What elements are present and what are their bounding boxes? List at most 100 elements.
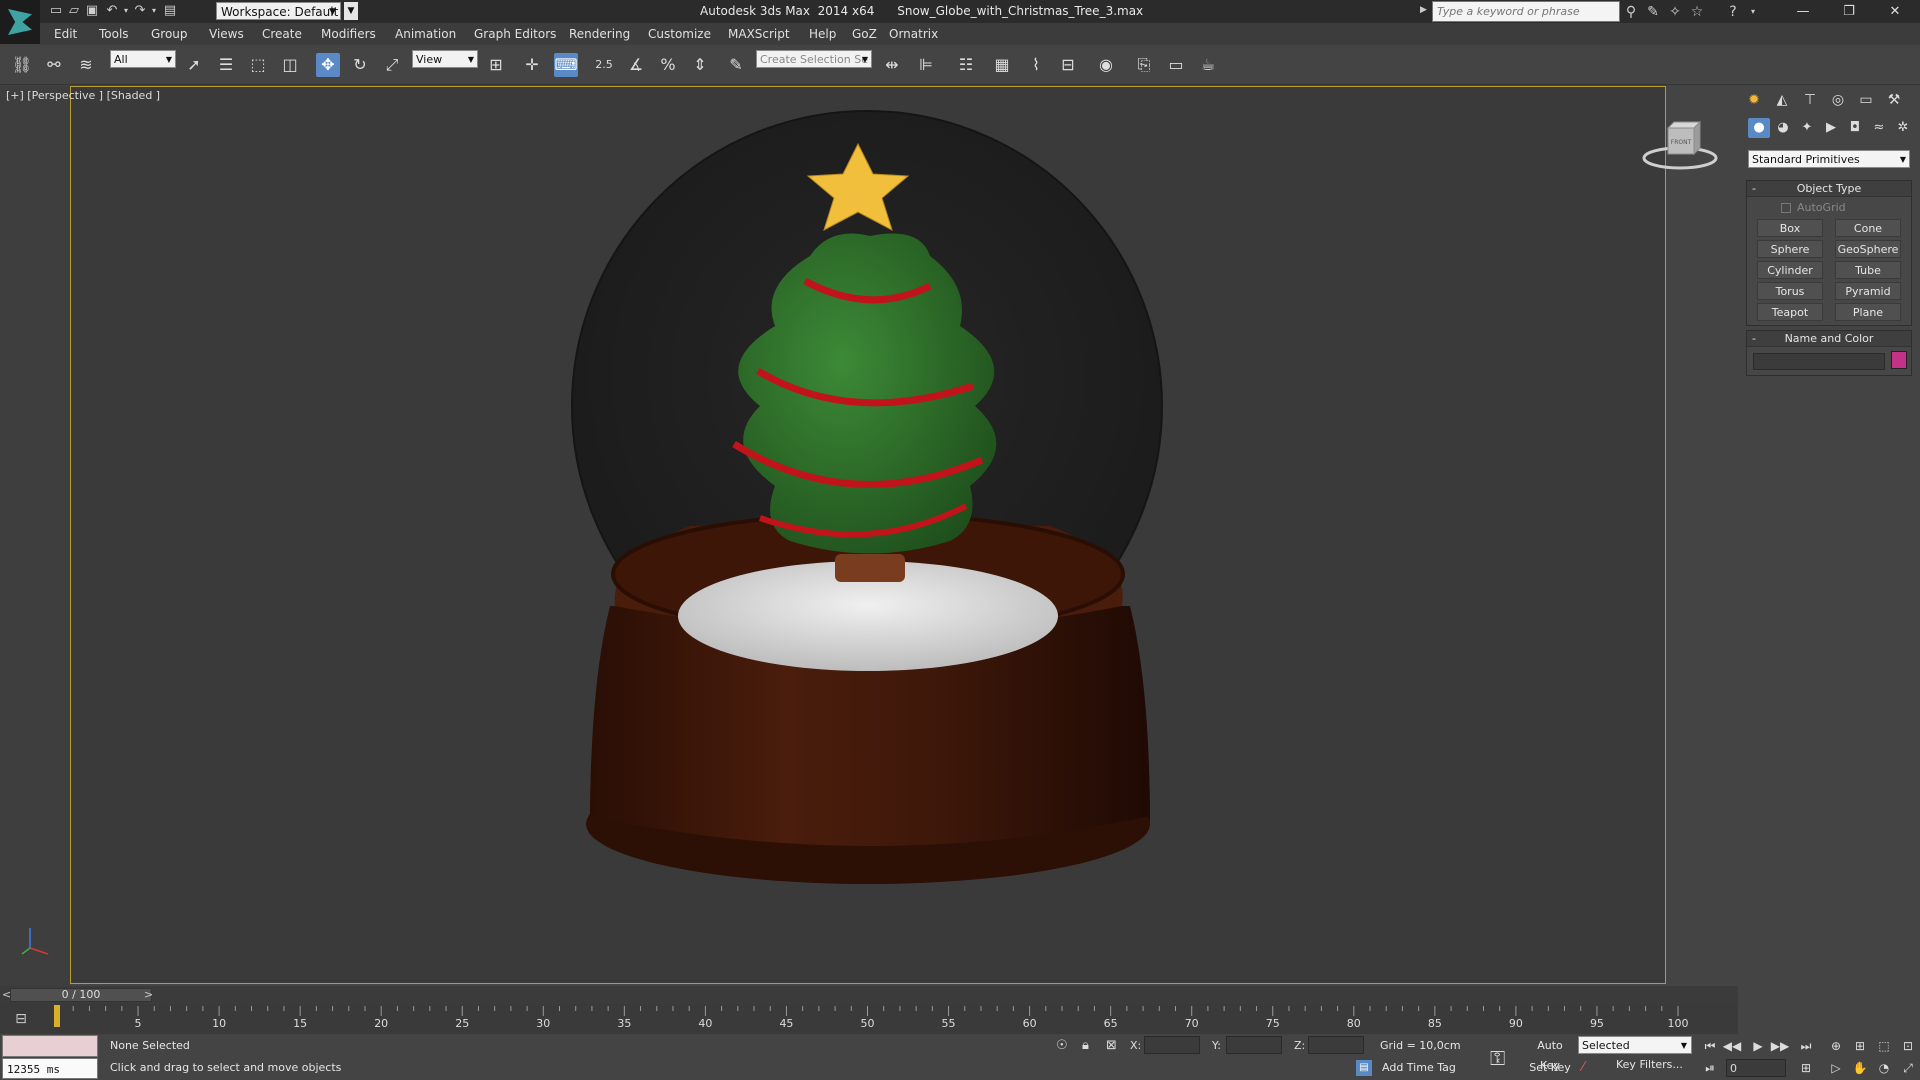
help-icon[interactable]: ? [1724,3,1742,21]
y-coordinate-field[interactable] [1226,1036,1282,1054]
menu-group[interactable]: Group [151,23,188,45]
play-icon[interactable]: ▶ [1748,1036,1768,1056]
absolute-mode-icon[interactable]: ⊠ [1106,1038,1117,1053]
select-and-scale-icon[interactable]: ⤢ [380,53,404,77]
menu-graph-editors[interactable]: Graph Editors [474,23,556,45]
z-coordinate-field[interactable] [1308,1036,1364,1054]
time-slider-thumb[interactable]: 0 / 100 [10,988,152,1002]
modify-tab-icon[interactable]: ◭ [1770,89,1794,111]
select-by-name-icon[interactable]: ☰ [214,53,238,77]
menu-maxscript[interactable]: MAXScript [728,23,790,45]
zoom-extents-all-icon[interactable]: ⊡ [1898,1036,1918,1056]
select-and-move-icon[interactable]: ✥ [316,53,340,77]
default-tangents-icon[interactable]: ⁄ [1582,1060,1584,1075]
quick-access-customize-icon[interactable]: ▼ [344,2,358,20]
maximize-viewport-icon[interactable]: ⤢ [1898,1058,1918,1078]
cameras-icon[interactable]: ▶ [1820,118,1842,138]
menu-ornatrix[interactable]: Ornatrix [889,23,938,45]
select-object-icon[interactable]: ➚ [182,53,206,77]
object-name-field[interactable] [1753,353,1885,370]
create-tab-icon[interactable]: ✹ [1742,89,1766,111]
plane-button[interactable]: Plane [1835,303,1901,321]
render-production-icon[interactable]: ☕ [1196,53,1220,77]
key-mode-toggle-icon[interactable]: ⏯ [1700,1058,1720,1078]
teapot-button[interactable]: Teapot [1757,303,1823,321]
key-mode-dropdown[interactable]: Selected ▼ [1578,1036,1692,1054]
select-and-rotate-icon[interactable]: ↻ [348,53,372,77]
snaps-toggle-icon[interactable]: 2.5 [592,53,616,77]
communication-icon[interactable]: ✧ [1666,3,1684,21]
tube-button[interactable]: Tube [1835,261,1901,279]
selection-filter-dropdown[interactable]: All ▼ [110,50,176,68]
named-selection-sets-dropdown[interactable]: Create Selection Se ▼ [756,50,872,68]
rectangular-selection-icon[interactable]: ⬚ [246,53,270,77]
systems-icon[interactable]: ✲ [1892,118,1914,138]
menu-animation[interactable]: Animation [395,23,456,45]
torus-button[interactable]: Torus [1757,282,1823,300]
orbit-icon[interactable]: ◔ [1874,1058,1894,1078]
edit-named-selection-icon[interactable]: ✎ [724,53,748,77]
viewport-label[interactable]: [+] [Perspective ] [Shaded ] [6,89,160,102]
go-to-end-icon[interactable]: ⏭ [1796,1036,1816,1056]
utilities-tab-icon[interactable]: ⚒ [1882,89,1906,111]
bind-to-space-warp-icon[interactable]: ≋ [74,53,98,77]
graphite-toolbar-icon[interactable]: ▦ [990,53,1014,77]
hierarchy-tab-icon[interactable]: ⊤ [1798,89,1822,111]
zoom-icon[interactable]: ⊕ [1826,1036,1846,1056]
box-button[interactable]: Box [1757,219,1823,237]
field-of-view-icon[interactable]: ▷ [1826,1058,1846,1078]
menu-tools[interactable]: Tools [99,23,129,45]
window-crossing-icon[interactable]: ◫ [278,53,302,77]
menu-create[interactable]: Create [262,23,302,45]
curve-editor-icon[interactable]: ⌇ [1024,53,1048,77]
add-time-tag-button[interactable]: Add Time Tag [1382,1061,1456,1074]
pan-view-icon[interactable]: ✋ [1850,1058,1870,1078]
isolate-selection-icon[interactable]: ☉ [1056,1038,1068,1053]
current-frame-marker[interactable] [54,1005,60,1027]
new-file-icon[interactable]: ▭ [48,3,64,19]
menu-modifiers[interactable]: Modifiers [321,23,376,45]
time-slider-next-button[interactable]: > [144,988,153,1001]
time-configuration-icon[interactable]: ⊞ [1796,1058,1816,1078]
object-color-swatch[interactable] [1891,351,1907,369]
time-tag-icon[interactable]: ▤ [1356,1060,1372,1076]
workspace-dropdown[interactable]: Workspace: Default ▼ [216,2,341,20]
align-icon[interactable]: ⊫ [914,53,938,77]
minimize-button[interactable]: — [1780,0,1826,23]
cylinder-button[interactable]: Cylinder [1757,261,1823,279]
object-type-header[interactable]: - Object Type [1747,181,1911,197]
previous-frame-icon[interactable]: ◀◀ [1722,1036,1742,1056]
menu-customize[interactable]: Customize [648,23,711,45]
render-setup-icon[interactable]: ⎘ [1132,53,1156,77]
autogrid-checkbox[interactable]: AutoGrid [1781,201,1846,214]
angle-snap-icon[interactable]: ∡ [624,53,648,77]
search-input[interactable] [1432,1,1620,22]
open-file-icon[interactable]: ▱ [66,3,82,19]
next-frame-icon[interactable]: ▶▶ [1770,1036,1790,1056]
material-editor-icon[interactable]: ◉ [1094,53,1118,77]
schematic-view-icon[interactable]: ⊟ [1056,53,1080,77]
shapes-icon[interactable]: ◕ [1772,118,1794,138]
rendered-frame-window-icon[interactable]: ▭ [1164,53,1188,77]
spinner-snap-icon[interactable]: ⇕ [688,53,712,77]
helpers-icon[interactable]: ◘ [1844,118,1866,138]
select-manipulate-icon[interactable]: ✛ [520,53,544,77]
x-coordinate-field[interactable] [1144,1036,1200,1054]
set-keys-key-icon[interactable]: ⚿ [1490,1046,1505,1070]
pyramid-button[interactable]: Pyramid [1835,282,1901,300]
maxscript-listener-input[interactable] [2,1035,98,1057]
go-to-start-icon[interactable]: ⏮ [1700,1036,1720,1056]
viewcube[interactable]: FRONT [1640,118,1720,178]
name-and-color-header[interactable]: - Name and Color [1747,331,1911,347]
project-folder-icon[interactable]: ▤ [162,3,178,19]
object-category-dropdown[interactable]: Standard Primitives ▼ [1748,150,1910,168]
mini-curve-editor-icon[interactable]: ⊟ [10,1008,32,1030]
percent-snap-icon[interactable]: % [656,53,680,77]
menu-goz[interactable]: GoZ [852,23,877,45]
selection-lock-icon[interactable]: 🔒︎ [1082,1038,1089,1053]
binoculars-icon[interactable]: ⚲ [1622,3,1640,21]
redo-dropdown-icon[interactable]: ▾ [146,3,162,19]
keyboard-shortcut-override-icon[interactable]: ⌨ [554,53,578,77]
favorites-star-icon[interactable]: ☆ [1688,3,1706,21]
geometry-icon[interactable]: ● [1748,118,1770,138]
